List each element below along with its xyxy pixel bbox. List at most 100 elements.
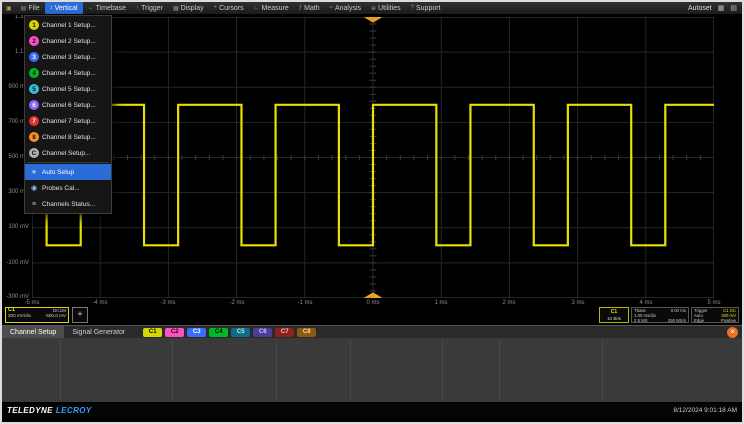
menu-utilities-label: Utilities <box>378 5 401 12</box>
menu-math[interactable]: ƒ Math <box>294 2 325 14</box>
x-axis-label: -5 ms <box>25 300 40 306</box>
section-divider <box>602 340 603 400</box>
section-divider <box>442 340 443 400</box>
section-divider <box>172 340 173 400</box>
x-axis-label: -4 ms <box>93 300 108 306</box>
menu-item-channel-5-setup[interactable]: 5 Channel 5 Setup... <box>25 81 111 97</box>
menu-item-channel-setup[interactable]: C Channel Setup... <box>25 145 111 161</box>
x-axis-label: 4 ms <box>639 300 652 306</box>
acquisition-descriptor[interactable]: C1 10 Bits <box>599 307 629 323</box>
menu-analysis[interactable]: ≈ Analysis <box>325 2 366 14</box>
menu-separator <box>27 162 109 163</box>
channel-chip-c6[interactable]: C6 <box>253 328 272 337</box>
menu-utilities[interactable]: ⊕ Utilities <box>366 2 406 14</box>
menu-item-channel-6-setup[interactable]: 6 Channel 6 Setup... <box>25 97 111 113</box>
menu-display-label: Display <box>181 5 204 12</box>
menu-file[interactable]: ▤ File <box>16 2 45 14</box>
c1-descriptor-offset: -500.0 mV <box>45 313 66 318</box>
menu-item-channel-1-setup[interactable]: 1 Channel 1 Setup... <box>25 17 111 33</box>
menu-timebase[interactable]: ↔ Timebase <box>83 2 131 14</box>
channel-7-badge: 7 <box>29 116 39 126</box>
teledyne-lecroy-logo: TELEDYNELECROY <box>7 406 92 415</box>
analysis-icon: ≈ <box>330 5 333 11</box>
utilities-icon: ⊕ <box>371 5 376 12</box>
channel-setup-badge: C <box>29 148 39 158</box>
channel-chip-c1[interactable]: C1 <box>143 328 162 337</box>
math-menu-icon: ƒ <box>299 5 302 11</box>
trigger-descriptor[interactable]: Trigger C1 DC Auto 300 mV Edge Positive <box>691 307 739 323</box>
vertical-icon: ↕ <box>50 5 53 11</box>
menu-trigger[interactable]: ↑ Trigger <box>131 2 168 14</box>
oscilloscope-app-window: ▣ ▤ File ↕ Vertical ↔ Timebase ↑ Trigger… <box>0 0 744 424</box>
add-trace-button[interactable]: + <box>72 307 88 323</box>
autoset-button[interactable]: Autoset <box>688 5 712 12</box>
menu-item-channel-7-setup[interactable]: 7 Channel 7 Setup... <box>25 113 111 129</box>
menu-support[interactable]: ? Support <box>406 2 446 14</box>
dialog-header: Channel Setup Signal Generator C1 C2 C3 … <box>2 325 742 338</box>
hardcopy-icon[interactable]: ▤ <box>730 4 737 12</box>
timebase-icon: ↔ <box>88 5 94 11</box>
channel-chip-c4[interactable]: C4 <box>209 328 228 337</box>
channel-chip-c2[interactable]: C2 <box>165 328 184 337</box>
menu-item-channel-8-setup[interactable]: 8 Channel 8 Setup... <box>25 129 111 145</box>
channel-8-badge: 8 <box>29 132 39 142</box>
menu-item-channel-2-setup[interactable]: 2 Channel 2 Setup... <box>25 33 111 49</box>
waveform-display[interactable] <box>32 17 714 298</box>
channel-4-badge: 4 <box>29 68 39 78</box>
menu-bar-right: Autoset ▦ ▤ <box>688 4 742 12</box>
menu-item-auto-setup[interactable]: ★ Auto Setup <box>25 164 111 180</box>
trigger-icon: ↑ <box>136 5 139 11</box>
menu-vertical[interactable]: ↕ Vertical <box>45 2 83 14</box>
x-axis-label: -1 ms <box>298 300 313 306</box>
channels-status-icon: ≡ <box>29 201 39 208</box>
menu-item-channels-status[interactable]: ≡ Channels Status... <box>25 196 111 212</box>
channel-chip-c8[interactable]: C8 <box>297 328 316 337</box>
section-divider <box>350 340 351 400</box>
channel-6-badge: 6 <box>29 100 39 110</box>
status-bar: TELEDYNELECROY 8/12/2024 9:01:18 AM <box>2 404 742 417</box>
x-axis-label: 0 ms <box>366 300 379 306</box>
y-axis-label: -100 mV <box>2 260 29 266</box>
section-divider <box>276 340 277 400</box>
channel-chip-c7[interactable]: C7 <box>275 328 294 337</box>
tab-channel-setup[interactable]: Channel Setup <box>2 326 64 338</box>
x-axis-label: 2 ms <box>502 300 515 306</box>
c1-trace-descriptor[interactable]: C1 DC1M 200 mV/div -500.0 mV <box>5 307 69 323</box>
menu-timebase-label: Timebase <box>96 5 126 12</box>
file-icon: ▤ <box>21 5 27 12</box>
channel-chip-c5[interactable]: C5 <box>231 328 250 337</box>
channel-chip-c3[interactable]: C3 <box>187 328 206 337</box>
channel-1-badge: 1 <box>29 20 39 30</box>
cursors-icon: + <box>214 5 218 11</box>
timebase-descriptor[interactable]: Tbase 0.00 ms 1.00 ms/div 2.5 MS 250 MS/… <box>631 307 689 323</box>
menu-item-channel-3-setup[interactable]: 3 Channel 3 Setup... <box>25 49 111 65</box>
grid-and-trace-svg <box>32 17 714 298</box>
menu-item-probes-cal[interactable]: ◉ Probes Cal... <box>25 180 111 196</box>
x-axis-label: -2 ms <box>230 300 245 306</box>
channel-5-badge: 5 <box>29 84 39 94</box>
y-axis-label: 100 mV <box>2 224 29 230</box>
section-divider <box>60 340 61 400</box>
section-divider <box>499 340 500 400</box>
menu-measure-label: Measure <box>262 5 289 12</box>
menu-item-channel-4-setup[interactable]: 4 Channel 4 Setup... <box>25 65 111 81</box>
channel-2-badge: 2 <box>29 36 39 46</box>
channel-3-badge: 3 <box>29 52 39 62</box>
channel-chip-row: C1 C2 C3 C4 C5 C6 C7 C8 <box>143 328 316 337</box>
x-axis-label: 3 ms <box>571 300 584 306</box>
menu-file-label: File <box>28 5 39 12</box>
close-dialog-button[interactable]: ✕ <box>727 327 738 338</box>
menu-cursors[interactable]: + Cursors <box>209 2 249 14</box>
acq-bits: 10 Bits <box>600 316 628 323</box>
x-axis-label: 1 ms <box>434 300 447 306</box>
vertical-dropdown-menu: 1 Channel 1 Setup... 2 Channel 2 Setup..… <box>24 15 112 214</box>
menu-measure[interactable]: ∟ Measure <box>249 2 294 14</box>
support-icon: ? <box>411 5 414 11</box>
probes-cal-icon: ◉ <box>29 184 39 192</box>
x-axis-label: 5 ms <box>707 300 720 306</box>
menu-display[interactable]: ▦ Display <box>168 2 209 14</box>
tab-signal-generator[interactable]: Signal Generator <box>64 326 133 338</box>
auto-setup-icon: ★ <box>29 168 39 176</box>
menu-analysis-label: Analysis <box>335 5 361 12</box>
display-grid-icon[interactable]: ▦ <box>718 4 725 12</box>
